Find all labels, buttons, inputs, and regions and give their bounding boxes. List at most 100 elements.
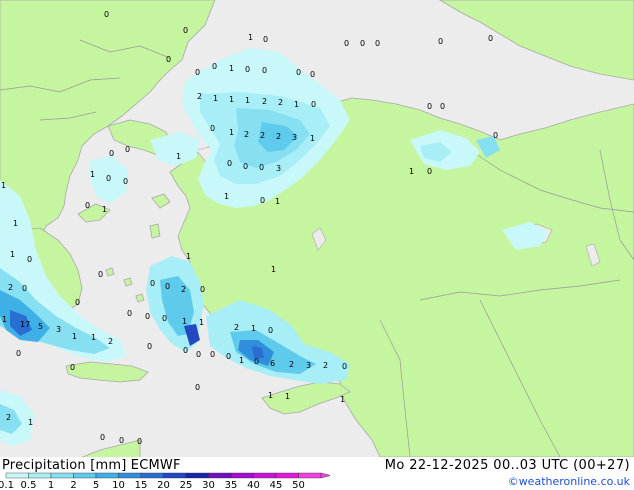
precip-value-label: 0 [440, 102, 445, 111]
precipitation-color-scale: 0.1 0.5 1 2 5 10 15 20 25 30 35 40 45 50 [0, 472, 330, 490]
precip-value-label: 0 [262, 66, 267, 75]
color-scale-swatch [163, 472, 187, 479]
precip-value-label: 3 [306, 361, 311, 370]
credit-link[interactable]: ©weatheronline.co.uk [508, 475, 630, 488]
precip-value-label: 1 [176, 152, 181, 161]
precip-value-label: 0 [16, 349, 21, 358]
precip-value-label: 0 [226, 352, 231, 361]
precip-value-label: 17 [20, 320, 30, 329]
precip-value-label: 0 [106, 174, 111, 183]
color-scale-labels: 0.1 0.5 1 2 5 10 15 20 25 30 35 40 45 50 [0, 480, 305, 490]
precip-value-label: 1 [91, 333, 96, 342]
precip-value-label: 2 [262, 97, 267, 106]
land-chios [149, 223, 161, 239]
precip-value-label: 0 [268, 326, 273, 335]
land-cyclades-2 [123, 277, 133, 287]
precip-value-label: 1 [72, 332, 77, 341]
precip-value-label: 0 [22, 284, 27, 293]
precip-value-label: 2 [278, 98, 283, 107]
precip-value-label: 1 [271, 265, 276, 274]
precip-value-label: 0 [438, 37, 443, 46]
precip-value-label: 0 [493, 131, 498, 140]
precip-value-label: 3 [56, 325, 61, 334]
color-scale-label: 25 [180, 480, 193, 490]
precip-value-label: 0 [125, 145, 130, 154]
color-scale-label: 5 [93, 480, 99, 490]
precip-value-label: 0 [147, 342, 152, 351]
precip-value-label: 0 [100, 433, 105, 442]
precip-value-label: 1 [239, 356, 244, 365]
precip-value-label: 3 [292, 133, 297, 142]
precip-value-label: 1 [248, 33, 253, 42]
precip-value-label: 0 [245, 65, 250, 74]
precip-value-label: 0 [254, 357, 259, 366]
precip-value-label: 1 [186, 252, 191, 261]
color-scale-swatch [50, 472, 74, 479]
precip-value-label: 0 [263, 35, 268, 44]
color-scale-label: 35 [225, 480, 238, 490]
precip-value-label: 1 [268, 391, 273, 400]
color-scale-label: 10 [112, 480, 125, 490]
precip-value-label: 0 [488, 34, 493, 43]
precip-value-label: 0 [145, 312, 150, 321]
precip-value-label: 1 [182, 317, 187, 326]
color-scale-label: 2 [70, 480, 76, 490]
precip-value-label: 0 [360, 39, 365, 48]
precip-value-label: 1 [10, 250, 15, 259]
color-scale-swatch [73, 472, 97, 479]
precip-value-label: 1 [275, 197, 280, 206]
precip-value-label: 1 [2, 315, 7, 324]
color-scale-bar [5, 472, 330, 479]
precip-value-label: 0 [75, 298, 80, 307]
precip-value-label: 1 [340, 395, 345, 404]
precip-value-label: 0 [200, 285, 205, 294]
precip-value-label: 2 [6, 413, 11, 422]
precip-value-label: 0 [150, 279, 155, 288]
precip-value-label: 0 [123, 177, 128, 186]
precip-value-label: 0 [165, 282, 170, 291]
precip-value-label: 0 [183, 26, 188, 35]
precip-value-label: 1 [13, 219, 18, 228]
land-cyclades-3 [135, 293, 145, 303]
precip-value-label: 1 [251, 324, 256, 333]
precip-value-label: 0 [260, 196, 265, 205]
precip-value-label: 1 [1, 181, 6, 190]
precip-value-label: 0 [259, 163, 264, 172]
precip-value-label: 0 [85, 201, 90, 210]
precip-value-label: 5 [38, 322, 43, 331]
precip-value-label: 2 [244, 130, 249, 139]
color-scale-label: 1 [48, 480, 54, 490]
color-scale-swatch [140, 472, 164, 479]
color-scale-swatch [230, 472, 254, 479]
color-scale-label: 45 [270, 480, 283, 490]
precip-value-label: 0 [98, 270, 103, 279]
precip-value-label: 1 [28, 418, 33, 427]
precip-value-label: 0 [212, 62, 217, 71]
precip-value-label: 0 [243, 162, 248, 171]
precip-value-label: 1 [229, 95, 234, 104]
precip-value-label: 0 [227, 159, 232, 168]
map-title: Precipitation [mm] ECMWF [2, 458, 181, 473]
precip-value-label: 1 [310, 134, 315, 143]
precip-value-label: 2 [260, 131, 265, 140]
precip-value-label: 0 [195, 383, 200, 392]
precip-value-label: 1 [245, 96, 250, 105]
color-scale-label: 15 [135, 480, 148, 490]
color-scale-swatch [298, 472, 322, 479]
precip-value-label: 1 [229, 128, 234, 137]
precip-value-label: 2 [181, 285, 186, 294]
precip-value-label: 1 [224, 192, 229, 201]
precip-value-label: 6 [270, 359, 275, 368]
precip-value-label: 1 [229, 64, 234, 73]
precip-value-label: 3 [276, 164, 281, 173]
precipitation-map: 001 0 0 0 0 0 000 1 0 0 0 002 1 1 1 2 2 1 0 0 00 1 2 2 2 3 1 00100 0… [0, 0, 634, 457]
precip-value-label: 1 [294, 100, 299, 109]
precip-value-label: 2 [234, 323, 239, 332]
color-scale-label: 30 [202, 480, 215, 490]
precip-value-label: 0 [119, 436, 124, 445]
color-scale-label: 0.5 [21, 480, 37, 490]
precip-value-label: 0 [427, 167, 432, 176]
precip-value-label: 0 [195, 68, 200, 77]
precip-value-label: 2 [289, 360, 294, 369]
precip-value-label: 1 [90, 170, 95, 179]
